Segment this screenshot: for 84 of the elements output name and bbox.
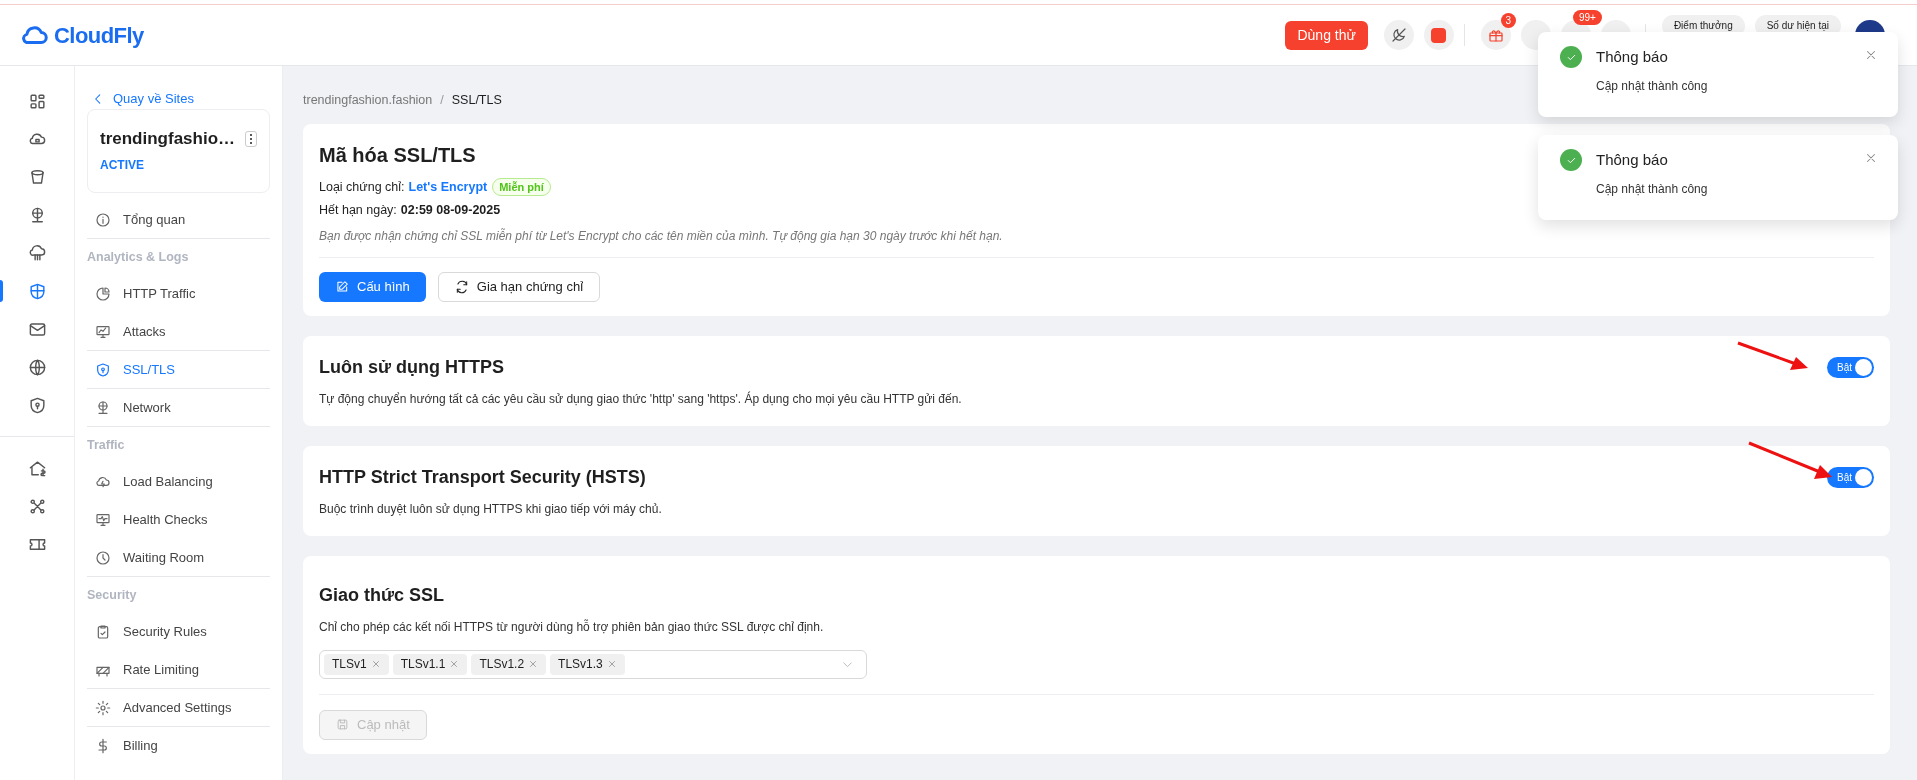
favorite-button[interactable] — [1423, 20, 1454, 50]
theme-button[interactable] — [1383, 20, 1414, 50]
gift-icon — [1487, 27, 1504, 43]
nav-item[interactable]: Advanced Settings — [87, 689, 270, 727]
toast-title: Thông báo — [1596, 47, 1668, 67]
moon-icon — [1390, 27, 1407, 43]
annotation-arrow — [1737, 341, 1808, 370]
nav-icon — [95, 286, 111, 302]
nav-item[interactable]: Attacks — [87, 313, 270, 351]
nav-item[interactable]: HTTP Traffic — [87, 275, 270, 313]
card-description: Chỉ cho phép các kết nối HTTPS từ người dùng hỗ trợ phiên bản giao thức SSL được chỉ định. — [319, 618, 824, 636]
close-icon — [528, 659, 539, 670]
nav-icon — [27, 91, 47, 111]
nav-item[interactable]: SSL/TLS — [87, 351, 270, 389]
count-badge: 99+ — [1572, 10, 1602, 25]
nav-icon — [95, 549, 111, 566]
nav-item[interactable]: Billing — [87, 727, 270, 765]
card-title: HTTP Strict Transport Security (HSTS) — [319, 465, 646, 489]
nav-icon — [27, 458, 47, 478]
back-link[interactable]: Quay về Sites — [87, 89, 198, 109]
configure-button[interactable]: Cấu hình — [319, 271, 426, 302]
toast-message: Cập nhật thành công — [1596, 180, 1709, 198]
nav-icon — [95, 211, 111, 228]
section-heading: Traffic — [87, 436, 126, 454]
breadcrumb-item[interactable]: trendingfashion.fashion — [303, 90, 433, 110]
close-button[interactable] — [1864, 151, 1878, 165]
renew-button[interactable]: Gia hạn chứng chỉ — [437, 271, 601, 302]
version-select[interactable]: TLSv1 TLSv1.1 TLSv1.2 TLSv1.3 — [319, 649, 867, 679]
section-heading: Security — [87, 586, 138, 604]
close-icon — [449, 659, 460, 670]
nav-icon — [95, 361, 111, 378]
nav-icon — [95, 624, 111, 640]
breadcrumb-item: SSL/TLS — [451, 91, 502, 109]
version-tag: TLSv1 — [324, 653, 389, 675]
trial-button[interactable]: Dùng thử — [1285, 20, 1368, 50]
nav-icon — [95, 323, 111, 340]
save-icon — [336, 718, 349, 732]
toast-message: Cập nhật thành công — [1596, 77, 1709, 95]
close-icon — [1864, 151, 1878, 165]
nav-icon — [95, 699, 111, 716]
nav-item[interactable]: Waiting Room — [87, 539, 270, 577]
nav-icon — [95, 512, 111, 528]
free-tag: Miễn phí — [492, 178, 551, 196]
card-title: Luôn sử dụng HTTPS — [319, 355, 504, 379]
cert-link[interactable]: Let's Encrypt — [408, 177, 488, 197]
card-title: Giao thức SSL — [319, 583, 445, 607]
field-label: Hết hạn ngày: — [319, 202, 397, 219]
logo-text: CloudFly — [54, 21, 144, 50]
field-value: 02:59 08-09-2025 — [400, 202, 501, 219]
close-button[interactable] — [1864, 48, 1878, 62]
toggle-switch[interactable]: Bật — [1827, 356, 1874, 378]
note-text: Bạn được nhận chứng chỉ SSL miễn phí từ Let's Encrypt cho các tên miền của mình. Tự động gia hạn 30 ngày trước khi hết hạn. — [319, 227, 1003, 245]
version-tag: TLSv1.2 — [471, 653, 547, 675]
nav-icon — [95, 399, 111, 416]
status-label: ACTIVE — [100, 156, 145, 174]
nav-icon — [27, 281, 47, 301]
toast-title: Thông báo — [1596, 150, 1668, 170]
nav-item[interactable]: Network — [87, 389, 270, 427]
nav-icon — [27, 357, 47, 377]
version-tag: TLSv1.3 — [550, 653, 625, 675]
refresh-icon — [454, 279, 469, 294]
breadcrumb-separator: / — [440, 91, 444, 109]
version-tag: TLSv1.1 — [392, 653, 468, 675]
section-heading: Analytics & Logs — [87, 248, 190, 266]
more-button[interactable] — [245, 130, 257, 147]
nav-icon — [95, 474, 111, 490]
nav-icon — [27, 496, 47, 516]
card-description: Buộc trình duyệt luôn sử dụng HTTPS khi giao tiếp với máy chủ. — [319, 500, 662, 518]
close-icon — [606, 659, 617, 670]
nav-icon — [27, 395, 47, 415]
card-title: Mã hóa SSL/TLS — [319, 143, 476, 168]
edit-icon — [335, 279, 349, 294]
close-icon — [370, 659, 381, 670]
card-description: Tự động chuyển hướng tất cả các yêu cầu sử dụng giao thức 'http' sang 'https'. Áp dụng cho mọi yêu cầu HTTP gửi đến. — [319, 390, 962, 408]
nav-item[interactable]: Rate Limiting — [87, 651, 270, 689]
toggle-switch[interactable]: Bật — [1827, 466, 1874, 488]
field-label: Loại chứng chỉ: — [319, 178, 405, 196]
nav-item[interactable]: Load Balancing — [87, 463, 270, 501]
site-name: trendingfashio… — [100, 128, 236, 150]
nav-item[interactable]: Tổng quan — [87, 201, 270, 239]
nav-icon — [27, 243, 47, 263]
close-icon — [1864, 48, 1878, 62]
nav-item[interactable]: Health Checks — [87, 501, 270, 539]
nav-item[interactable]: Security Rules — [87, 613, 270, 651]
